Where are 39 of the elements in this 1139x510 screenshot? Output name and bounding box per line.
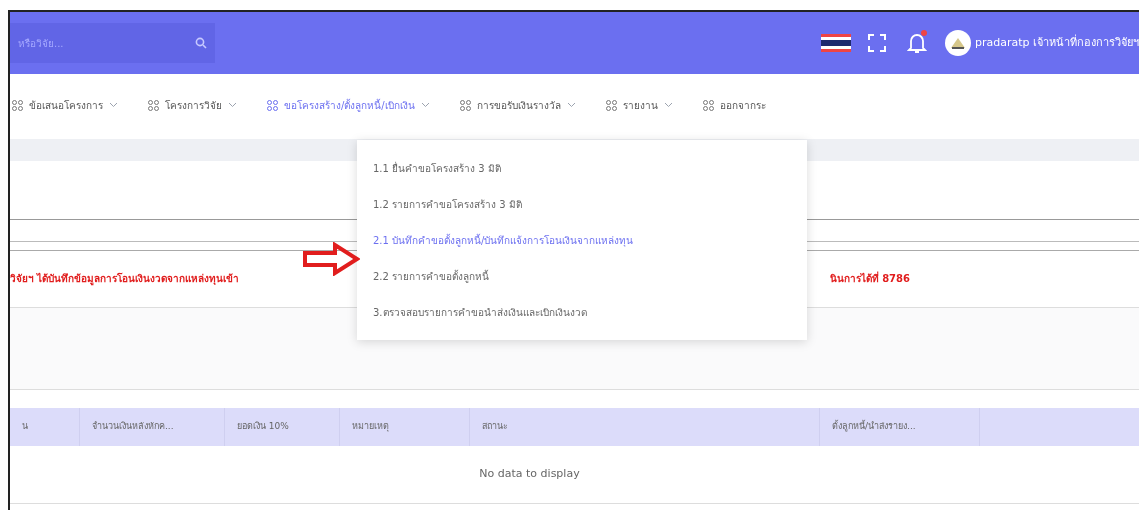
nav-item[interactable]: ข้อเสนอโครงการ [12,97,118,113]
grid-icon [12,99,23,111]
nav-item[interactable]: ออกจากระ [702,97,766,113]
nav-item[interactable]: รายงาน [605,97,673,113]
nav-item[interactable]: การขอรับเงินรางวัล [459,97,576,113]
fullscreen-icon[interactable] [866,33,887,53]
menu-item[interactable]: 2.2 รายการคำขอตั้งลูกหนี้ [357,258,807,294]
thai-flag-icon[interactable] [820,34,851,52]
chevron-icon [663,102,673,108]
chevron-icon [566,102,576,108]
grid-icon [605,99,617,111]
grid-icon [148,99,159,111]
menu-item[interactable]: 1.1 ยื่นคำขอโครงสร้าง 3 มิติ [357,150,807,186]
avatar[interactable] [944,30,971,56]
chevron-icon [228,102,237,108]
bell-icon[interactable] [906,32,927,54]
column-header: ตั้งลูกหนี้/นำส่งรายง... [820,408,980,446]
grid-icon [702,99,714,111]
grid-icon [267,99,278,111]
chevron-icon [420,102,430,108]
menu-item[interactable]: 1.2 รายการคำขอโครงสร้าง 3 มิติ [357,186,807,222]
chevron-icon [109,102,118,108]
empty-message: No data to display [479,466,580,483]
nav-item[interactable]: โครงการวิจัย [148,97,237,113]
column-header: สถานะ [470,408,820,446]
nav-item[interactable]: ขอโครงสร้าง/ตั้งลูกหนี้/เบิกเงิน [267,97,430,113]
column-header: ยอดเงิน 10% [225,408,340,446]
menu-item[interactable]: 3.ตรวจสอบรายการคำขอนำส่งเงินและเบิกเงินงวด [357,294,807,330]
column-header: น [10,408,80,446]
notice-text: นินการได้ที่ 8786 [829,270,910,286]
grid-icon [459,99,471,111]
notice-text: วิจัยฯ ได้บันทึกข้อมูลการโอนเงินงวดจากแหล่งทุนเข้า [10,271,240,286]
column-header: จำนวนเงินหลังหักค... [80,408,225,446]
menu-item[interactable]: 2.1 บันทึกคำขอตั้งลูกหนี้/บันทึกแจ้งการโอนเงินจากแหล่งทุน [357,222,807,258]
building-icon [949,36,966,50]
search-icon [195,37,207,49]
arrow-annotation [302,242,360,276]
column-header: หมายเหตุ [340,408,470,446]
user-name[interactable]: pradaratp เจ้าหน้าที่กองการวิจัยฯ [974,34,1139,52]
